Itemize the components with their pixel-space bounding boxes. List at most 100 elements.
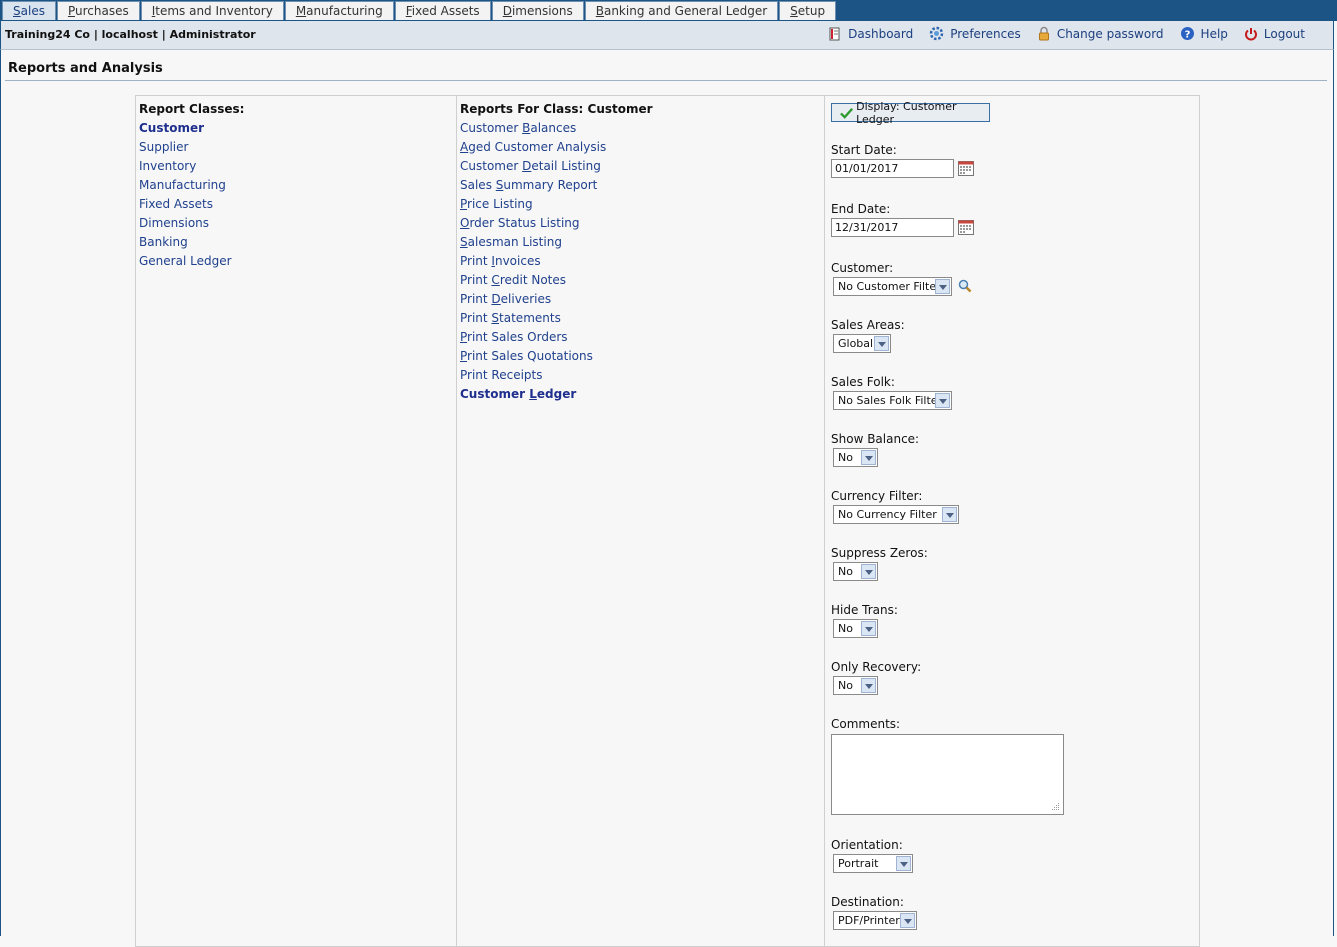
class-link-manufacturing[interactable]: Manufacturing xyxy=(139,178,232,197)
class-link-customer[interactable]: Customer xyxy=(139,121,232,140)
dashboard-link[interactable]: Dashboard xyxy=(828,26,913,41)
page-title: Reports and Analysis xyxy=(8,61,163,76)
report-link-print-statements[interactable]: Print Statements xyxy=(460,311,606,330)
help-link[interactable]: ? Help xyxy=(1180,26,1228,41)
report-link-print-sales-quotations[interactable]: Print Sales Quotations xyxy=(460,349,606,368)
search-icon[interactable] xyxy=(958,279,972,293)
report-link-customer-detail-listing[interactable]: Customer Detail Listing xyxy=(460,159,606,178)
calendar-icon[interactable] xyxy=(958,219,974,235)
reports-column: Reports For Class: Customer Customer Bal… xyxy=(457,96,825,946)
report-link-price-listing[interactable]: Price Listing xyxy=(460,197,606,216)
reports-heading: Reports For Class: Customer xyxy=(460,102,653,116)
comments-label: Comments: xyxy=(831,717,901,731)
module-tabs: Sales Purchases Items and Inventory Manu… xyxy=(2,1,837,21)
tab-fixed-assets[interactable]: Fixed Assets xyxy=(394,1,491,20)
class-link-supplier[interactable]: Supplier xyxy=(139,140,232,159)
start-date-label: Start Date: xyxy=(831,143,897,157)
report-link-print-deliveries[interactable]: Print Deliveries xyxy=(460,292,606,311)
class-link-general-ledger[interactable]: General Ledger xyxy=(139,254,232,273)
report-classes-column: Report Classes: Customer Supplier Invent… xyxy=(136,96,457,946)
sales-folk-label: Sales Folk: xyxy=(831,375,895,389)
currency-filter-select[interactable]: No Currency Filter xyxy=(833,505,959,524)
change-password-label: Change password xyxy=(1056,26,1164,41)
tab-items-and-inventory[interactable]: Items and Inventory xyxy=(140,1,284,20)
gear-icon xyxy=(929,26,944,41)
customer-select-value: No Customer Filter xyxy=(838,280,941,293)
show-balance-select-value: No xyxy=(838,451,853,464)
customer-label: Customer: xyxy=(831,261,894,275)
report-classes-heading: Report Classes: xyxy=(139,102,245,116)
orientation-label: Orientation: xyxy=(831,838,903,852)
dashboard-label: Dashboard xyxy=(848,26,914,41)
logout-link[interactable]: Logout xyxy=(1244,26,1305,41)
orientation-select-value: Portrait xyxy=(838,857,879,870)
chevron-down-icon xyxy=(861,621,876,636)
class-link-banking[interactable]: Banking xyxy=(139,235,232,254)
report-link-customer-ledger[interactable]: Customer Ledger xyxy=(460,387,606,406)
orientation-select[interactable]: Portrait xyxy=(833,854,913,873)
change-password-link[interactable]: Change password xyxy=(1037,26,1164,41)
svg-text:?: ? xyxy=(1184,29,1190,40)
tab-setup[interactable]: Setup xyxy=(779,1,837,20)
hide-trans-select-value: No xyxy=(838,622,853,635)
display-report-button[interactable]: Display: Customer Ledger xyxy=(831,100,990,126)
end-date-label: End Date: xyxy=(831,202,891,216)
suppress-zeros-label: Suppress Zeros: xyxy=(831,546,928,560)
display-report-label: Display: Customer Ledger xyxy=(856,99,957,126)
report-link-sales-summary-report[interactable]: Sales Summary Report xyxy=(460,178,606,197)
report-link-aged-customer-analysis[interactable]: Aged Customer Analysis xyxy=(460,140,606,159)
help-label: Help xyxy=(1200,26,1228,41)
report-link-customer-balances[interactable]: Customer Balances xyxy=(460,121,606,140)
reports-panel: Report Classes: Customer Supplier Invent… xyxy=(135,95,1200,947)
chevron-down-icon xyxy=(942,507,957,522)
report-link-salesman-listing[interactable]: Salesman Listing xyxy=(460,235,606,254)
chevron-down-icon xyxy=(861,678,876,693)
sales-folk-select[interactable]: No Sales Folk Filter xyxy=(833,391,952,410)
class-link-dimensions[interactable]: Dimensions xyxy=(139,216,232,235)
sales-areas-select[interactable]: Global xyxy=(833,334,891,353)
show-balance-label: Show Balance: xyxy=(831,432,920,446)
currency-filter-label: Currency Filter: xyxy=(831,489,923,503)
show-balance-select[interactable]: No xyxy=(833,448,878,467)
sales-folk-select-value: No Sales Folk Filter xyxy=(838,394,943,407)
resize-grip-icon[interactable] xyxy=(1051,802,1060,811)
suppress-zeros-select-value: No xyxy=(838,565,853,578)
chevron-down-icon xyxy=(861,564,876,579)
chevron-down-icon xyxy=(861,450,876,465)
report-link-print-receipts[interactable]: Print Receipts xyxy=(460,368,606,387)
hide-trans-select[interactable]: No xyxy=(833,619,878,638)
currency-filter-select-value: No Currency Filter xyxy=(838,508,937,521)
only-recovery-label: Only Recovery: xyxy=(831,660,922,674)
only-recovery-select-value: No xyxy=(838,679,853,692)
tab-manufacturing[interactable]: Manufacturing xyxy=(284,1,394,20)
comments-textarea[interactable] xyxy=(831,734,1064,815)
sales-areas-select-value: Global xyxy=(838,337,874,350)
class-link-inventory[interactable]: Inventory xyxy=(139,159,232,178)
company-info: Training24 Co | localhost | Administrato… xyxy=(5,28,256,41)
report-link-print-credit-notes[interactable]: Print Credit Notes xyxy=(460,273,606,292)
destination-select-value: PDF/Printer xyxy=(838,914,900,927)
suppress-zeros-select[interactable]: No xyxy=(833,562,878,581)
preferences-link[interactable]: Preferences xyxy=(929,26,1021,41)
customer-select[interactable]: No Customer Filter xyxy=(833,277,952,296)
only-recovery-select[interactable]: No xyxy=(833,676,878,695)
tab-sales[interactable]: Sales xyxy=(2,1,56,20)
report-link-print-sales-orders[interactable]: Print Sales Orders xyxy=(460,330,606,349)
calendar-icon[interactable] xyxy=(958,160,974,176)
dashboard-icon xyxy=(829,27,840,40)
report-link-print-invoices[interactable]: Print Invoices xyxy=(460,254,606,273)
tab-purchases[interactable]: Purchases xyxy=(56,1,140,20)
report-link-order-status-listing[interactable]: Order Status Listing xyxy=(460,216,606,235)
start-date-input[interactable]: 01/01/2017 xyxy=(831,159,954,178)
tab-banking-and-general-ledger[interactable]: Banking and General Ledger xyxy=(584,1,779,20)
reports-list: Customer Balances Aged Customer Analysis… xyxy=(460,121,606,406)
chevron-down-icon xyxy=(900,913,915,928)
hide-trans-label: Hide Trans: xyxy=(831,603,898,617)
help-icon: ? xyxy=(1180,27,1194,40)
destination-label: Destination: xyxy=(831,895,904,909)
end-date-input[interactable]: 12/31/2017 xyxy=(831,218,954,237)
header-info-bar: Training24 Co | localhost | Administrato… xyxy=(0,21,1334,50)
tab-dimensions[interactable]: Dimensions xyxy=(491,1,584,20)
class-link-fixed-assets[interactable]: Fixed Assets xyxy=(139,197,232,216)
destination-select[interactable]: PDF/Printer xyxy=(833,911,917,930)
